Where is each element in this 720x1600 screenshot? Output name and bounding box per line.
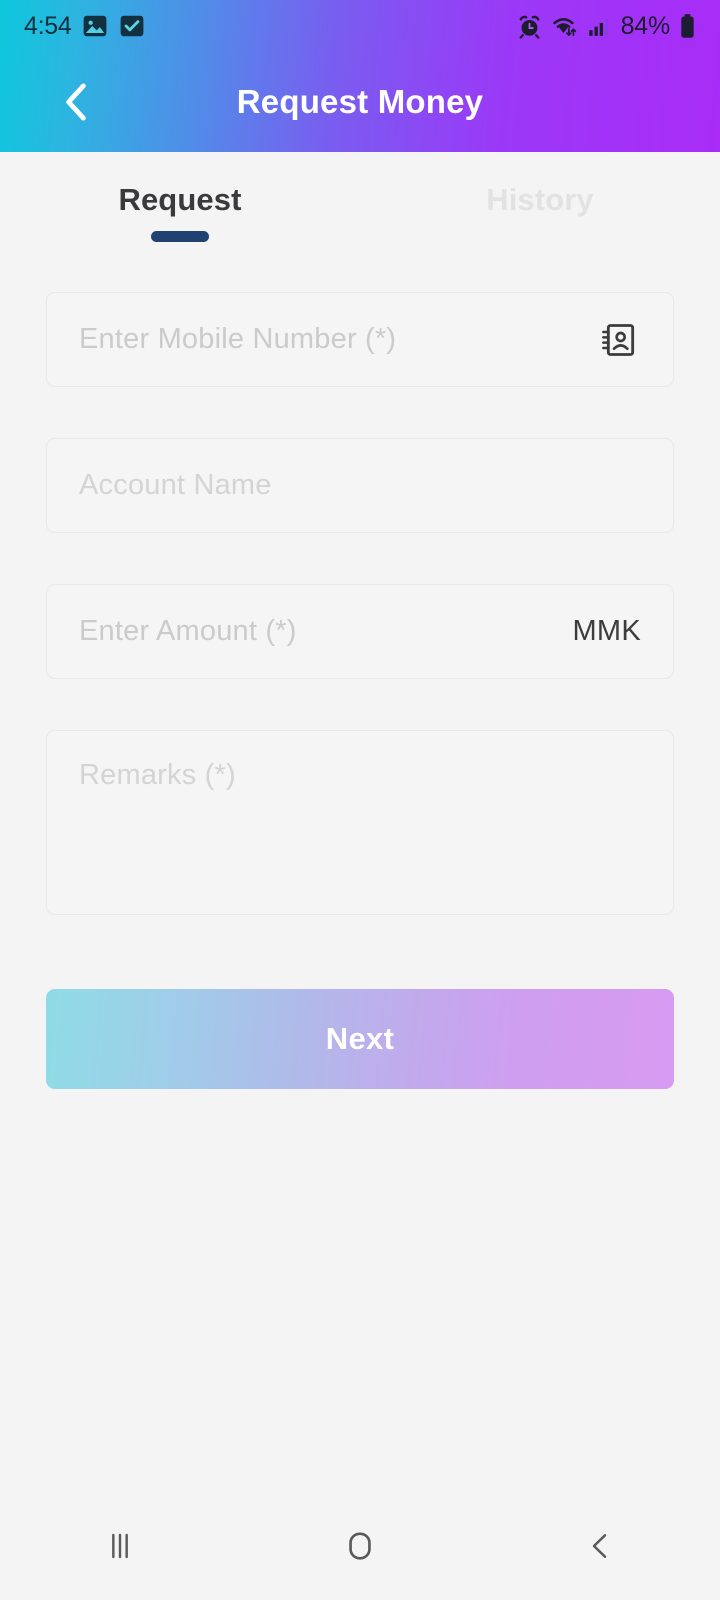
nav-back-button[interactable] bbox=[480, 1492, 720, 1600]
nav-recent-apps-button[interactable] bbox=[0, 1492, 240, 1600]
status-bar: 4:54 84% bbox=[0, 0, 720, 52]
nav-home-button[interactable] bbox=[240, 1492, 480, 1600]
next-button-label: Next bbox=[325, 1021, 395, 1056]
title-bar: Request Money bbox=[0, 52, 720, 152]
contact-picker-button[interactable] bbox=[595, 317, 641, 363]
tab-history-label: History bbox=[486, 182, 594, 217]
form-spacer bbox=[46, 1089, 674, 1492]
account-name-field[interactable]: Account Name bbox=[46, 438, 674, 533]
mobile-number-placeholder: Enter Mobile Number (*) bbox=[79, 323, 397, 355]
cellular-signal-icon bbox=[588, 18, 608, 36]
battery-percent-label: 84% bbox=[620, 11, 671, 40]
screen-request-money: 4:54 84% Request Money Request History E… bbox=[0, 0, 720, 1600]
recent-apps-icon bbox=[112, 1533, 128, 1559]
tab-request[interactable]: Request bbox=[0, 166, 360, 248]
alarm-clock-icon bbox=[519, 15, 540, 39]
wifi-icon bbox=[552, 17, 576, 36]
system-navigation-bar bbox=[0, 1492, 720, 1600]
status-bar-clock: 4:54 bbox=[24, 11, 72, 40]
status-bar-right: 84% bbox=[517, 12, 696, 41]
mobile-number-field[interactable]: Enter Mobile Number (*) bbox=[46, 292, 674, 387]
tab-bar: Request History bbox=[0, 152, 720, 248]
home-icon bbox=[349, 1532, 371, 1560]
image-icon bbox=[84, 15, 107, 37]
currency-label: MMK bbox=[572, 615, 641, 647]
tab-history[interactable]: History bbox=[360, 166, 720, 248]
tab-active-indicator bbox=[151, 231, 209, 242]
next-button[interactable]: Next bbox=[46, 989, 674, 1089]
page-title: Request Money bbox=[236, 83, 484, 120]
header-back-button[interactable] bbox=[48, 74, 104, 130]
checkbox-checked-icon bbox=[121, 15, 144, 37]
amount-placeholder: Enter Amount (*) bbox=[79, 615, 297, 647]
back-icon bbox=[592, 1534, 607, 1558]
contact-book-icon bbox=[602, 323, 635, 356]
account-name-placeholder: Account Name bbox=[79, 469, 272, 501]
remarks-placeholder: Remarks (*) bbox=[79, 759, 236, 791]
amount-field[interactable]: Enter Amount (*) MMK bbox=[46, 584, 674, 679]
battery-icon bbox=[681, 14, 694, 38]
tab-request-label: Request bbox=[118, 182, 242, 217]
status-bar-left: 4:54 bbox=[24, 12, 145, 41]
remarks-field[interactable]: Remarks (*) bbox=[46, 730, 674, 915]
request-form: Enter Mobile Number (*) Account Name Ent… bbox=[0, 248, 720, 1492]
app-header: 4:54 84% Request Money bbox=[0, 0, 720, 152]
chevron-left-icon bbox=[66, 83, 86, 121]
